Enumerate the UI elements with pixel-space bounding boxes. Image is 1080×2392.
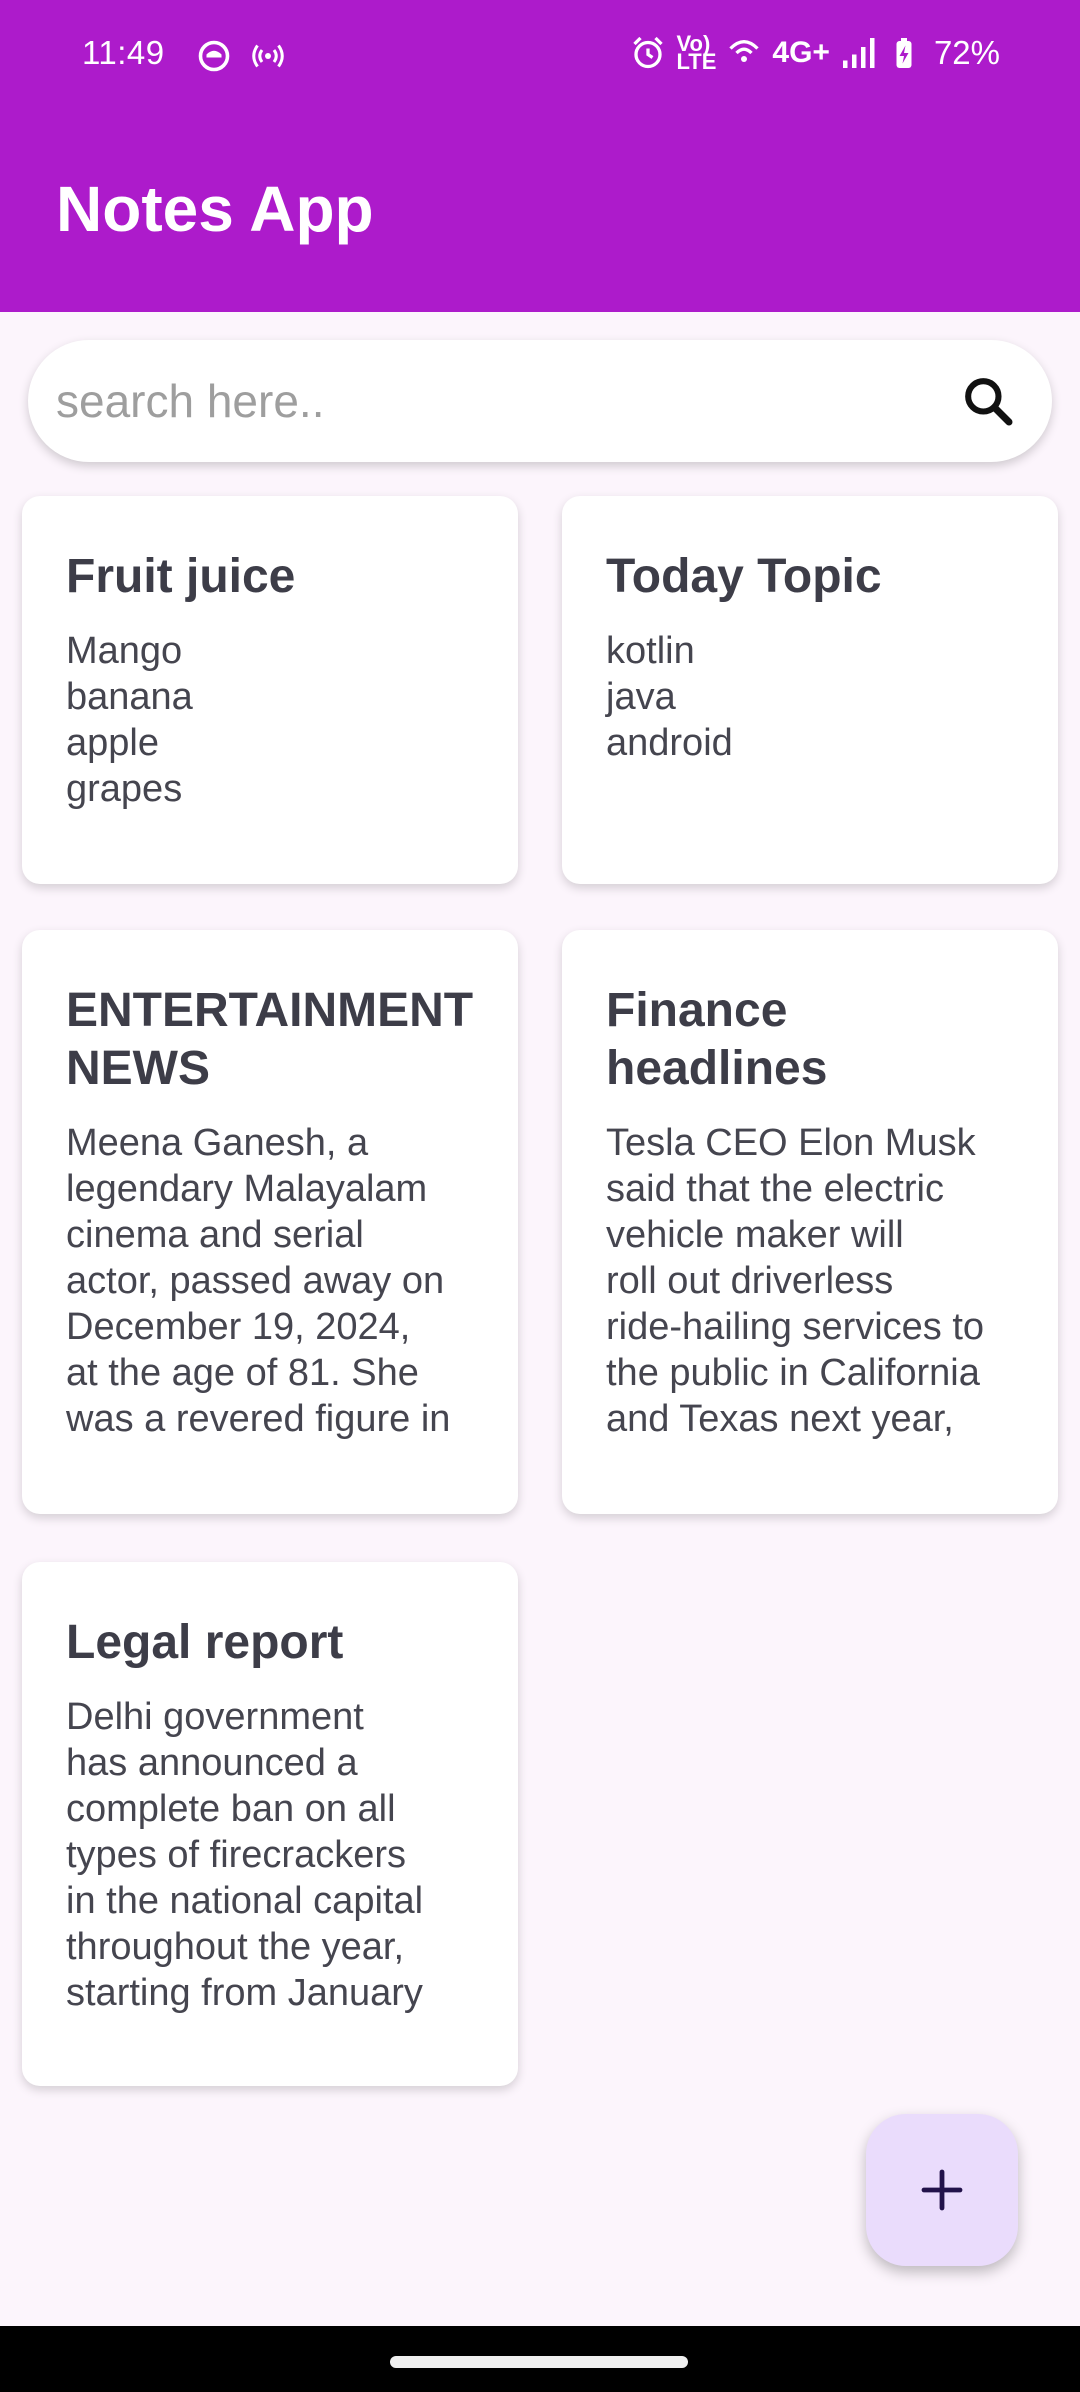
note-title: ENTERTAINMENT NEWS xyxy=(66,984,474,1095)
note-title: Finance headlines xyxy=(606,984,828,1095)
app-title: Notes App xyxy=(56,173,374,245)
status-left-icons xyxy=(196,38,286,74)
signal-icon xyxy=(842,38,875,68)
battery-percent: 72% xyxy=(933,34,1000,71)
note-card[interactable]: Today Topic kotlin java android xyxy=(562,496,1058,884)
note-body: Tesla CEO Elon Musk said that the electr… xyxy=(606,1122,985,1440)
volte-icon: Vo) LTE xyxy=(676,31,717,74)
alarm-icon xyxy=(633,36,664,69)
note-body: kotlin java android xyxy=(606,630,733,764)
note-body: Mango banana apple grapes xyxy=(66,630,193,810)
hotspot-icon xyxy=(252,44,284,68)
note-body: Meena Ganesh, a legendary Malayalam cine… xyxy=(66,1122,451,1440)
note-card[interactable]: Fruit juice Mango banana apple grapes xyxy=(22,496,518,884)
notes-screen: 11:49 Vo) LTE 4G+ 72% Notes App search h… xyxy=(0,0,1080,2392)
system-nav-bar xyxy=(0,2326,1080,2392)
status-right-icons: Vo) LTE 4G+ 72% xyxy=(630,31,1000,74)
note-title: Legal report xyxy=(66,1616,344,1669)
network-type: 4G+ xyxy=(772,36,830,69)
home-gesture-handle[interactable] xyxy=(390,2356,688,2368)
plus-icon xyxy=(921,2169,963,2211)
search-icon[interactable] xyxy=(960,373,1016,429)
notification-app-icon xyxy=(198,40,230,72)
search-input[interactable] xyxy=(56,374,960,428)
wifi-calling-icon xyxy=(729,40,760,62)
note-card[interactable]: Finance headlines Tesla CEO Elon Musk sa… xyxy=(562,930,1058,1514)
note-title: Fruit juice xyxy=(66,550,296,603)
search-bar[interactable] xyxy=(28,340,1052,462)
note-card[interactable]: ENTERTAINMENT NEWS Meena Ganesh, a legen… xyxy=(22,930,518,1514)
app-bar: 11:49 Vo) LTE 4G+ 72% Notes App xyxy=(0,0,1080,312)
note-card[interactable]: Legal report Delhi government has announ… xyxy=(22,1562,518,2086)
battery-charging-icon xyxy=(896,38,912,68)
note-body: Delhi government has announced a complet… xyxy=(66,1696,424,2014)
note-title: Today Topic xyxy=(606,550,882,603)
status-time: 11:49 xyxy=(82,34,165,71)
add-note-button[interactable] xyxy=(866,2114,1018,2266)
